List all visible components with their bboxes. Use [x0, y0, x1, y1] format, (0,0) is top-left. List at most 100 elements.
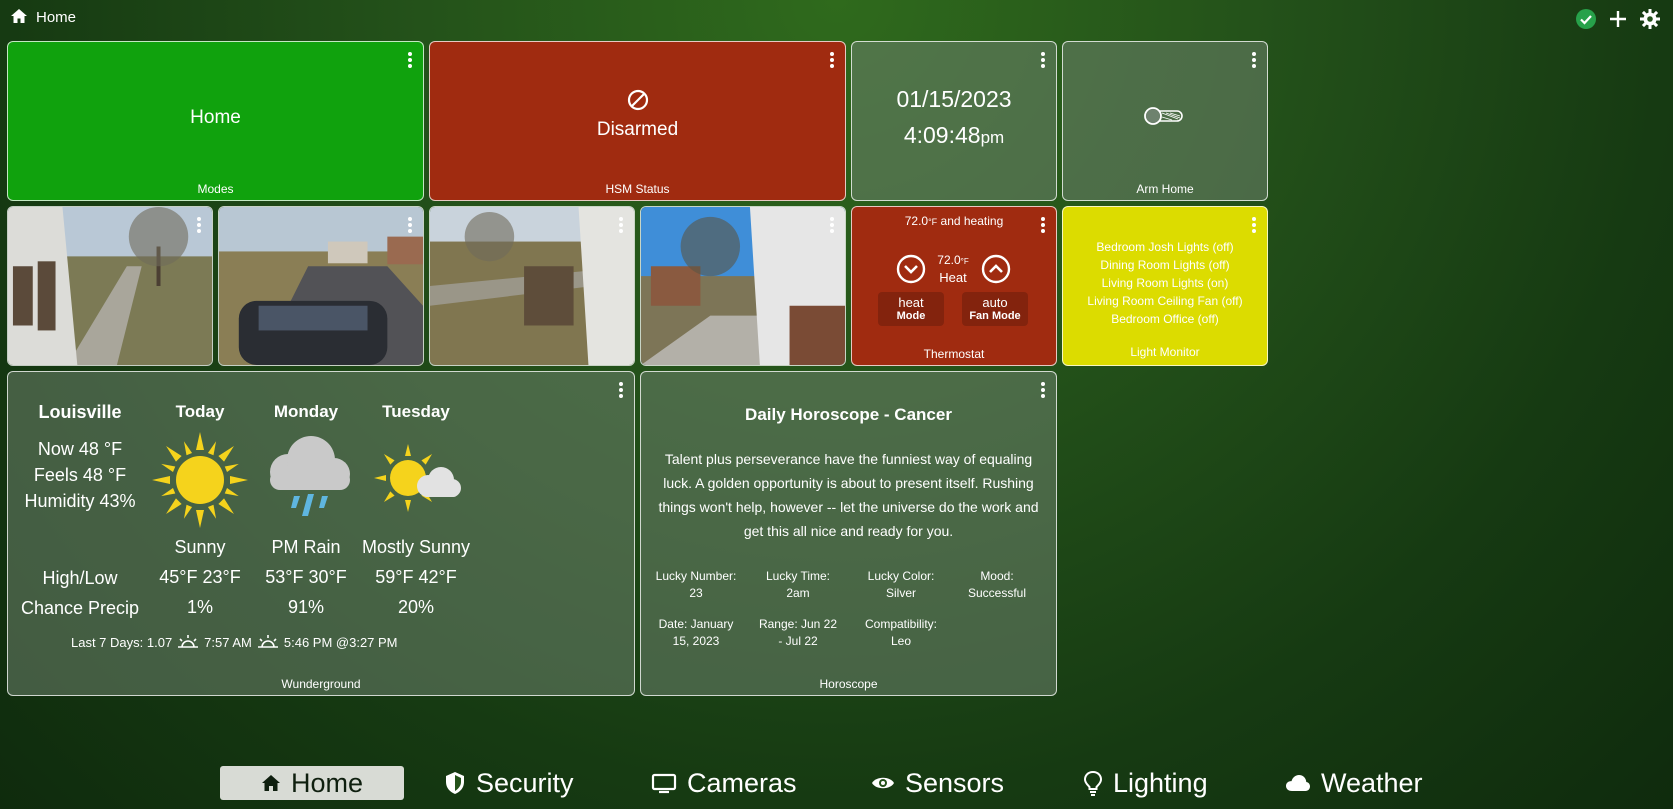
forecast-day-name: Monday	[273, 402, 339, 421]
home-icon[interactable]	[10, 8, 28, 24]
nav-label: Sensors	[905, 767, 1005, 798]
forecast-day-name: Today	[175, 402, 225, 421]
weather-row-labels: High/Low Chance Precip	[10, 568, 150, 619]
setpoint-value: 72.0	[937, 253, 961, 267]
camera-tile-4[interactable]	[640, 206, 846, 366]
forecast-highlow: 45°F 23°F	[159, 567, 241, 587]
horoscope-tile[interactable]: Daily Horoscope - Cancer Talent plus per…	[640, 371, 1057, 696]
home-icon	[261, 775, 280, 791]
forecast-condition: PM Rain	[271, 537, 341, 557]
weather-feels: Feels 48 °F	[33, 465, 127, 485]
nav-cameras[interactable]: Cameras	[651, 766, 797, 800]
light-monitor-tile[interactable]: Bedroom Josh Lights (off) Dining Room Li…	[1062, 206, 1268, 366]
nav-security[interactable]: Security	[444, 766, 574, 800]
camera-feed-image	[641, 207, 845, 365]
thermostat-fan-button[interactable]: auto Fan Mode	[962, 292, 1028, 326]
setpoint-mode: Heat	[939, 270, 967, 285]
shield-icon	[446, 772, 464, 794]
weather-humidity: Humidity 43%	[24, 491, 136, 511]
thermostat-setpoint: 72.0°F Heat	[928, 253, 978, 285]
tile-label: Thermostat	[923, 347, 985, 361]
nav-lighting[interactable]: Lighting	[1083, 766, 1208, 800]
light-item: Dining Room Lights (off)	[1100, 258, 1230, 272]
forecast-highlow: 59°F 42°F	[375, 567, 457, 587]
gear-icon[interactable]	[1639, 8, 1661, 30]
forecast-day-name: Tuesday	[382, 402, 450, 421]
precip-label: Chance Precip	[20, 598, 140, 618]
weather-city: Louisville	[38, 402, 122, 422]
lucky-color: Lucky Color: Silver	[867, 569, 935, 600]
forecast-day-today: Today Sunny 45°F 23°F 1%	[140, 402, 260, 618]
weather-current: Louisville Now 48 °F Feels 48 °F Humidit…	[10, 402, 150, 512]
tile-menu-icon[interactable]	[829, 52, 835, 70]
tile-menu-icon[interactable]	[618, 217, 624, 235]
tile-menu-icon[interactable]	[196, 217, 202, 235]
horoscope-title: Daily Horoscope - Cancer	[745, 405, 952, 424]
camera-tile-2[interactable]	[218, 206, 424, 366]
forecast-condition: Mostly Sunny	[361, 537, 471, 557]
horoscope-text: Talent plus perseverance have the funnie…	[658, 451, 1039, 539]
weather-now: Now 48 °F	[37, 439, 123, 459]
forecast-precip: 91%	[287, 597, 325, 617]
tile-menu-icon[interactable]	[1251, 52, 1257, 70]
check-circle-icon[interactable]	[1575, 8, 1597, 30]
chevron-up-circle-icon[interactable]	[981, 254, 1011, 284]
tile-menu-icon[interactable]	[407, 52, 413, 70]
tile-label: Horoscope	[819, 677, 878, 691]
partly-sunny-icon	[374, 444, 461, 512]
thermostat-tile[interactable]: 72.0°F and heating 72.0°F Heat heat Mode…	[851, 206, 1057, 366]
camera-feed-image	[430, 207, 634, 365]
light-item: Bedroom Office (off)	[1111, 312, 1219, 326]
tile-menu-icon[interactable]	[407, 217, 413, 235]
lightbulb-icon	[1083, 770, 1103, 796]
camera-tile-1[interactable]	[7, 206, 213, 366]
sunset-icon	[257, 635, 278, 648]
forecast-day-monday: Monday PM Rain 53°F 30°F 91%	[246, 402, 366, 618]
tile-label: Light Monitor	[1130, 345, 1200, 359]
horoscope-range: Range: Jun 22 - Jul 22	[758, 617, 838, 648]
forecast-highlow: 53°F 30°F	[265, 567, 347, 587]
light-item: Living Room Lights (on)	[1101, 276, 1229, 290]
mode-value: heat	[898, 295, 924, 310]
nav-label: Home	[290, 767, 364, 798]
sunrise-time: 7:57 AM	[204, 634, 252, 650]
mood: Mood: Successful	[967, 569, 1027, 600]
arm-home-tile[interactable]: Arm Home	[1062, 41, 1268, 201]
nav-weather[interactable]: Weather	[1285, 766, 1423, 800]
clock-date: 01/15/2023	[896, 86, 1012, 112]
tile-label: Modes	[197, 182, 234, 196]
eye-icon	[872, 777, 894, 789]
top-bar: Home	[0, 0, 1673, 36]
hsm-status-tile[interactable]: Disarmed HSM Status	[429, 41, 846, 201]
tile-menu-icon[interactable]	[1040, 382, 1046, 400]
tile-menu-icon[interactable]	[1040, 52, 1046, 70]
nav-sensors[interactable]: Sensors	[871, 766, 1004, 800]
hsm-value: Disarmed	[596, 119, 679, 140]
tile-menu-icon[interactable]	[618, 382, 624, 400]
thermostat-status: 72.0°F and heating	[852, 214, 1056, 228]
modes-tile[interactable]: Home Modes	[7, 41, 424, 201]
plus-icon[interactable]	[1607, 8, 1629, 30]
modes-value: Home	[190, 107, 241, 128]
rain-total: Last 7 Days: 1.07	[71, 634, 173, 650]
thermostat-state: and heating	[940, 214, 1004, 228]
rain-cloud-icon	[270, 436, 350, 516]
forecast-precip: 1%	[186, 597, 213, 617]
camera-tile-3[interactable]	[429, 206, 635, 366]
tile-menu-icon[interactable]	[1251, 217, 1257, 235]
tile-menu-icon[interactable]	[829, 217, 835, 235]
camera-feed-image	[219, 207, 423, 365]
sunrise-icon	[178, 635, 199, 648]
weather-tile[interactable]: Louisville Now 48 °F Feels 48 °F Humidit…	[7, 371, 635, 696]
setpoint-unit: °F	[960, 257, 969, 266]
light-item: Living Room Ceiling Fan (off)	[1087, 294, 1243, 308]
clock-tile[interactable]: 01/15/2023 4:09:48pm	[851, 41, 1057, 201]
thermostat-mode-button[interactable]: heat Mode	[878, 292, 944, 326]
weather-footer: Last 7 Days: 1.07 7:57 AM 5:46 PM @3:27 …	[71, 634, 398, 650]
nav-home[interactable]: Home	[220, 766, 404, 800]
chevron-down-circle-icon[interactable]	[896, 254, 926, 284]
bottom-nav: Home Security Cameras Sensors Lighting W…	[0, 760, 1673, 806]
clock-time-value: 4:09:48	[903, 122, 981, 148]
prohibited-icon	[627, 89, 649, 111]
sun-icon	[152, 432, 248, 528]
